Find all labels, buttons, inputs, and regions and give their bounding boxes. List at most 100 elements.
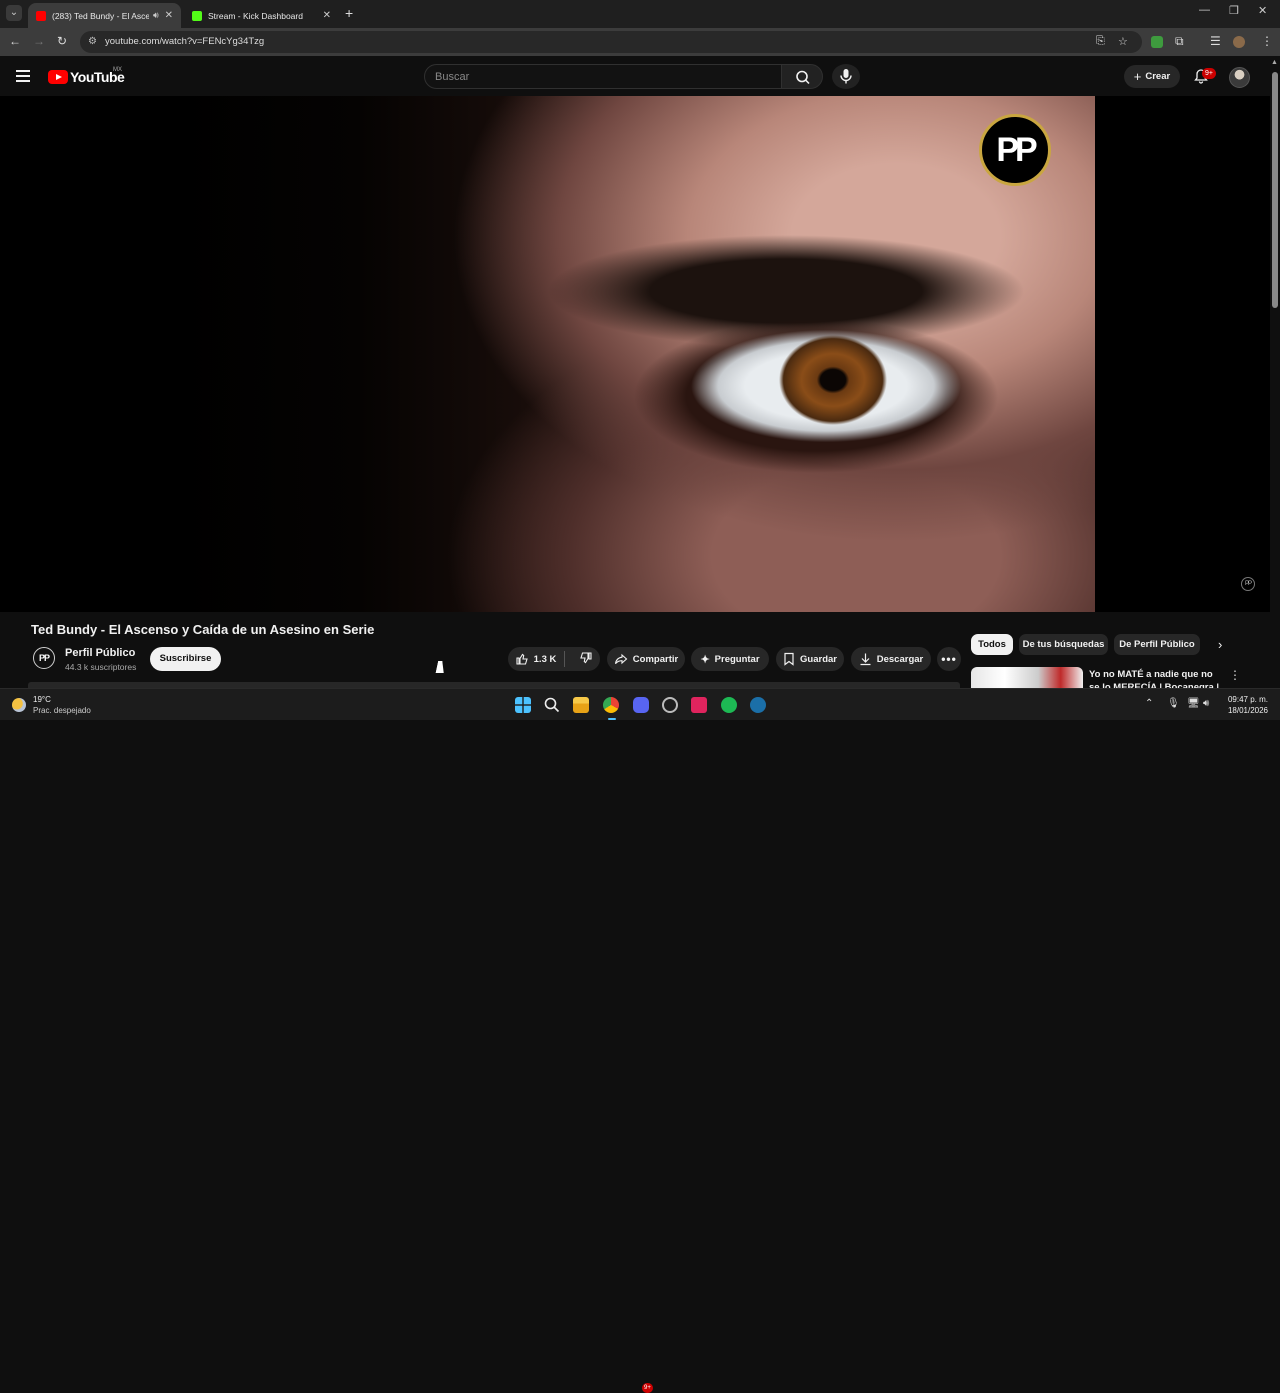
- channel-avatar[interactable]: PP: [33, 647, 55, 669]
- audio-playing-icon[interactable]: 🔊︎: [153, 10, 159, 21]
- chrome-icon[interactable]: [603, 697, 619, 713]
- download-label: Descargar: [876, 653, 924, 665]
- region-code: MX: [113, 67, 122, 73]
- windows-start-icon[interactable]: [515, 697, 531, 713]
- tray-microphone-icon[interactable]: 🎙︎: [1167, 698, 1180, 709]
- tab-title: Stream - Kick Dashboard: [208, 10, 303, 21]
- create-label: Crear: [1145, 71, 1171, 82]
- tray-volume-icon[interactable]: 🔊︎: [1203, 698, 1209, 709]
- more-actions-button[interactable]: •••: [937, 647, 961, 671]
- video-player[interactable]: [0, 96, 1270, 612]
- scroll-up-icon[interactable]: ▲: [1271, 59, 1278, 66]
- thumbs-up-icon: [516, 653, 528, 665]
- channel-name[interactable]: Perfil Público: [65, 647, 135, 659]
- close-tab-icon[interactable]: ✕: [323, 10, 331, 21]
- search-icon[interactable]: [544, 697, 560, 713]
- restore-icon[interactable]: ❐: [1229, 4, 1239, 17]
- minimize-icon[interactable]: —: [1199, 4, 1210, 16]
- url-text: youtube.com/watch?v=FENcYg34Tzg: [105, 36, 265, 47]
- download-button[interactable]: Descargar: [851, 647, 931, 671]
- recommendation-title[interactable]: Yo no MATÉ a nadie que no se lo MERECÍA …: [1089, 668, 1224, 688]
- kick-favicon-icon: [192, 10, 202, 21]
- forward-icon[interactable]: →: [33, 34, 45, 48]
- temperature[interactable]: 19°C: [33, 695, 51, 704]
- more-horizontal-icon: •••: [941, 652, 957, 666]
- channel-branding-watermark[interactable]: PP: [1241, 577, 1255, 591]
- thumbs-down-icon: [580, 651, 592, 663]
- steam-icon[interactable]: [750, 697, 766, 713]
- address-bar[interactable]: ⚙ youtube.com/watch?v=FENcYg34Tzg ⎘ ☆: [80, 31, 1142, 53]
- file-explorer-icon[interactable]: [573, 697, 589, 713]
- channel-watermark-logo: PP: [979, 114, 1051, 186]
- sparkle-icon: ✦: [700, 653, 710, 666]
- share-label: Compartir: [632, 653, 679, 665]
- ask-button[interactable]: ✦ Preguntar: [691, 647, 769, 671]
- more-vertical-icon[interactable]: ⋮: [1229, 668, 1241, 682]
- search-input[interactable]: [425, 65, 781, 88]
- video-title: Ted Bundy - El Ascenso y Caída de un Ase…: [31, 622, 375, 637]
- back-icon[interactable]: ←: [9, 34, 21, 48]
- browser-toolbar: ← → ↻ ⚙ youtube.com/watch?v=FENcYg34Tzg …: [0, 28, 1280, 56]
- clock-time: 09:47 p. m.: [1227, 695, 1268, 704]
- discord-icon[interactable]: [633, 697, 649, 713]
- bookmark-star-icon[interactable]: ☆: [1118, 35, 1128, 48]
- tab-search-button[interactable]: ⌄: [6, 5, 22, 21]
- scrollbar-thumb[interactable]: [1272, 72, 1278, 308]
- subscribe-button[interactable]: Suscribirse: [150, 647, 221, 671]
- chip-from-channel[interactable]: De Perfil Público: [1114, 634, 1200, 655]
- taskbar: 19°C Prac. despejado 9+ ⌃ 🎙︎ 🖥︎ 🔊︎ 09:47…: [0, 688, 1280, 1393]
- like-divider: [564, 651, 565, 667]
- app-red-icon[interactable]: [691, 697, 707, 713]
- like-button[interactable]: 1.3 K: [515, 652, 557, 666]
- new-tab-button[interactable]: +: [345, 5, 353, 21]
- menu-icon[interactable]: [16, 70, 30, 82]
- profile-icon[interactable]: [1233, 36, 1245, 48]
- weather-icon[interactable]: [12, 698, 26, 712]
- weather-description[interactable]: Prac. despejado: [33, 706, 91, 715]
- account-avatar[interactable]: [1229, 67, 1250, 88]
- tray-network-icon[interactable]: 🖥︎: [1187, 698, 1200, 709]
- page-scrollbar[interactable]: ▲: [1270, 56, 1280, 688]
- reload-icon[interactable]: ↻: [57, 34, 67, 48]
- like-dislike-group: 1.3 K: [508, 647, 600, 671]
- install-app-icon[interactable]: ⎘: [1096, 35, 1105, 48]
- chip-all[interactable]: Todos: [971, 634, 1013, 655]
- watermark-text: PP: [996, 130, 1037, 169]
- tray-overflow-icon[interactable]: ⌃: [1145, 698, 1153, 709]
- tab-youtube[interactable]: (283) Ted Bundy - El Ascenso 🔊︎ ✕: [28, 3, 181, 28]
- save-button[interactable]: Guardar: [776, 647, 844, 671]
- spotify-icon[interactable]: [721, 697, 737, 713]
- voice-search-button[interactable]: [832, 64, 860, 89]
- video-frame: [176, 96, 1095, 612]
- site-info-icon[interactable]: ⚙: [88, 36, 97, 47]
- media-controls-icon[interactable]: ☰: [1210, 34, 1221, 48]
- share-button[interactable]: Compartir: [607, 647, 685, 671]
- chrome-menu-icon[interactable]: ⋮: [1261, 34, 1273, 48]
- tab-kick-dashboard[interactable]: Stream - Kick Dashboard ✕: [184, 3, 339, 28]
- chip-from-searches[interactable]: De tus búsquedas: [1019, 634, 1108, 655]
- extensions-puzzle-icon[interactable]: ⧉: [1175, 34, 1184, 49]
- discord-badge: 9+: [642, 1383, 653, 1393]
- clock-date: 18/01/2026: [1227, 706, 1268, 715]
- create-button[interactable]: + Crear: [1124, 65, 1180, 88]
- app-circle-icon[interactable]: [662, 697, 678, 713]
- close-tab-icon[interactable]: ✕: [165, 10, 173, 21]
- recommendation-thumbnail[interactable]: [971, 667, 1083, 688]
- ask-label: Preguntar: [714, 653, 760, 665]
- share-arrow-icon: [614, 653, 628, 665]
- like-count: 1.3 K: [533, 653, 557, 665]
- download-icon: [860, 653, 871, 666]
- microphone-icon: [840, 69, 852, 84]
- subscriber-count: 44.3 k suscriptores: [65, 662, 137, 672]
- dislike-button[interactable]: [579, 651, 593, 668]
- extension-icon[interactable]: [1151, 36, 1163, 48]
- mouse-cursor: [435, 661, 447, 673]
- youtube-play-icon: [48, 70, 68, 84]
- bookmark-icon: [784, 652, 794, 666]
- taskbar-clock[interactable]: 09:47 p. m. 18/01/2026: [1222, 694, 1268, 716]
- chevron-right-icon[interactable]: ›: [1218, 637, 1222, 652]
- youtube-header: YouTube MX + Crear: [0, 56, 1270, 96]
- close-window-icon[interactable]: ✕: [1258, 4, 1267, 17]
- search-icon: [796, 70, 810, 85]
- search-button[interactable]: [781, 64, 823, 89]
